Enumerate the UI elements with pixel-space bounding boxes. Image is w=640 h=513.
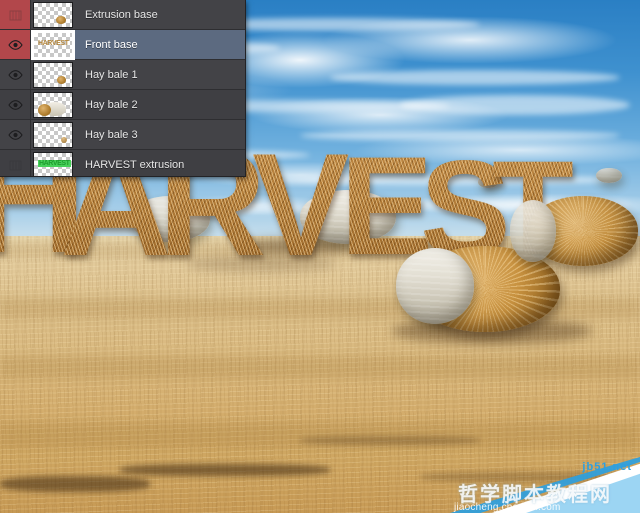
thumb-harvest-text: HARVEST (38, 39, 69, 47)
layer-name-label: Hay bale 1 (85, 68, 138, 81)
layer-name-label: Extrusion base (85, 8, 158, 21)
layer-thumbnail-cell: HARVEST (31, 151, 75, 176)
visibility-toggle-harvest-extrusion[interactable] (0, 150, 31, 176)
layer-thumbnail-cell (31, 91, 75, 118)
layer-thumbnail-hay-bale-3[interactable] (33, 121, 73, 148)
thumb-harvest-extrusion-text: HARVEST (38, 159, 71, 167)
visibility-toggle-front-base[interactable] (0, 30, 31, 59)
layer-row-harvest-extrusion[interactable]: HARVEST HARVEST extrusion (0, 150, 245, 176)
layer-row-front-base[interactable]: HARVEST Front base (0, 29, 245, 60)
layer-thumbnail-harvest-extrusion[interactable]: HARVEST (33, 151, 73, 176)
watermark: 哲学脚本教程网 jb51.net jiaocheng.chedian.com (450, 457, 640, 513)
layer-thumbnail-extrusion-base[interactable] (33, 1, 73, 28)
thumb-bale-shape (38, 103, 51, 116)
layer-row-hay-bale-1[interactable]: Hay bale 1 (0, 60, 245, 90)
visibility-toggle-hay-bale-3[interactable] (0, 120, 31, 149)
visibility-toggle-extrusion-base[interactable] (0, 0, 31, 29)
thumb-bale-shape (57, 75, 66, 84)
layer-thumbnail-cell (31, 121, 75, 148)
eye-icon (7, 39, 23, 50)
layer-name-label: Hay bale 2 (85, 98, 138, 111)
layer-name-label: Hay bale 3 (85, 128, 138, 141)
watermark-url: jiaocheng.chedian.com (454, 502, 561, 513)
layers-panel[interactable]: Extrusion base HARVEST Front base Hay bale … (0, 0, 246, 177)
visibility-toggle-hay-bale-2[interactable] (0, 90, 31, 119)
layer-thumbnail-front-base[interactable]: HARVEST (31, 29, 75, 60)
thumb-bale-shape (56, 15, 66, 24)
visibility-toggle-hay-bale-1[interactable] (0, 60, 31, 89)
layer-thumbnail-cell: HARVEST (31, 29, 75, 60)
eye-icon (7, 69, 23, 80)
eye-icon (7, 99, 23, 110)
layer-row-hay-bale-3[interactable]: Hay bale 3 (0, 120, 245, 150)
layer-row-extrusion-base[interactable]: Extrusion base (0, 0, 245, 30)
eye-icon (7, 129, 23, 140)
layer-thumbnail-hay-bale-2[interactable] (33, 91, 73, 118)
layer-thumbnail-cell (31, 1, 75, 28)
layer-thumbnail-hay-bale-1[interactable] (33, 61, 73, 88)
hay-bale-wrapped (396, 248, 474, 324)
eye-hidden-icon (8, 10, 23, 20)
screenshot-canvas: H A R V E S T Extrusion baseHARVESTFront… (0, 0, 640, 513)
watermark-site: jb51.net (582, 461, 632, 473)
layer-row-hay-bale-2[interactable]: Hay bale 2 (0, 90, 245, 120)
layer-thumbnail-cell (31, 61, 75, 88)
hay-bale-wrapped (510, 200, 556, 262)
layer-name-label: Front base (85, 38, 138, 51)
eye-hidden-icon (8, 160, 23, 170)
layer-name-label: HARVEST extrusion (85, 158, 185, 171)
thumb-bale-shape (61, 136, 67, 143)
